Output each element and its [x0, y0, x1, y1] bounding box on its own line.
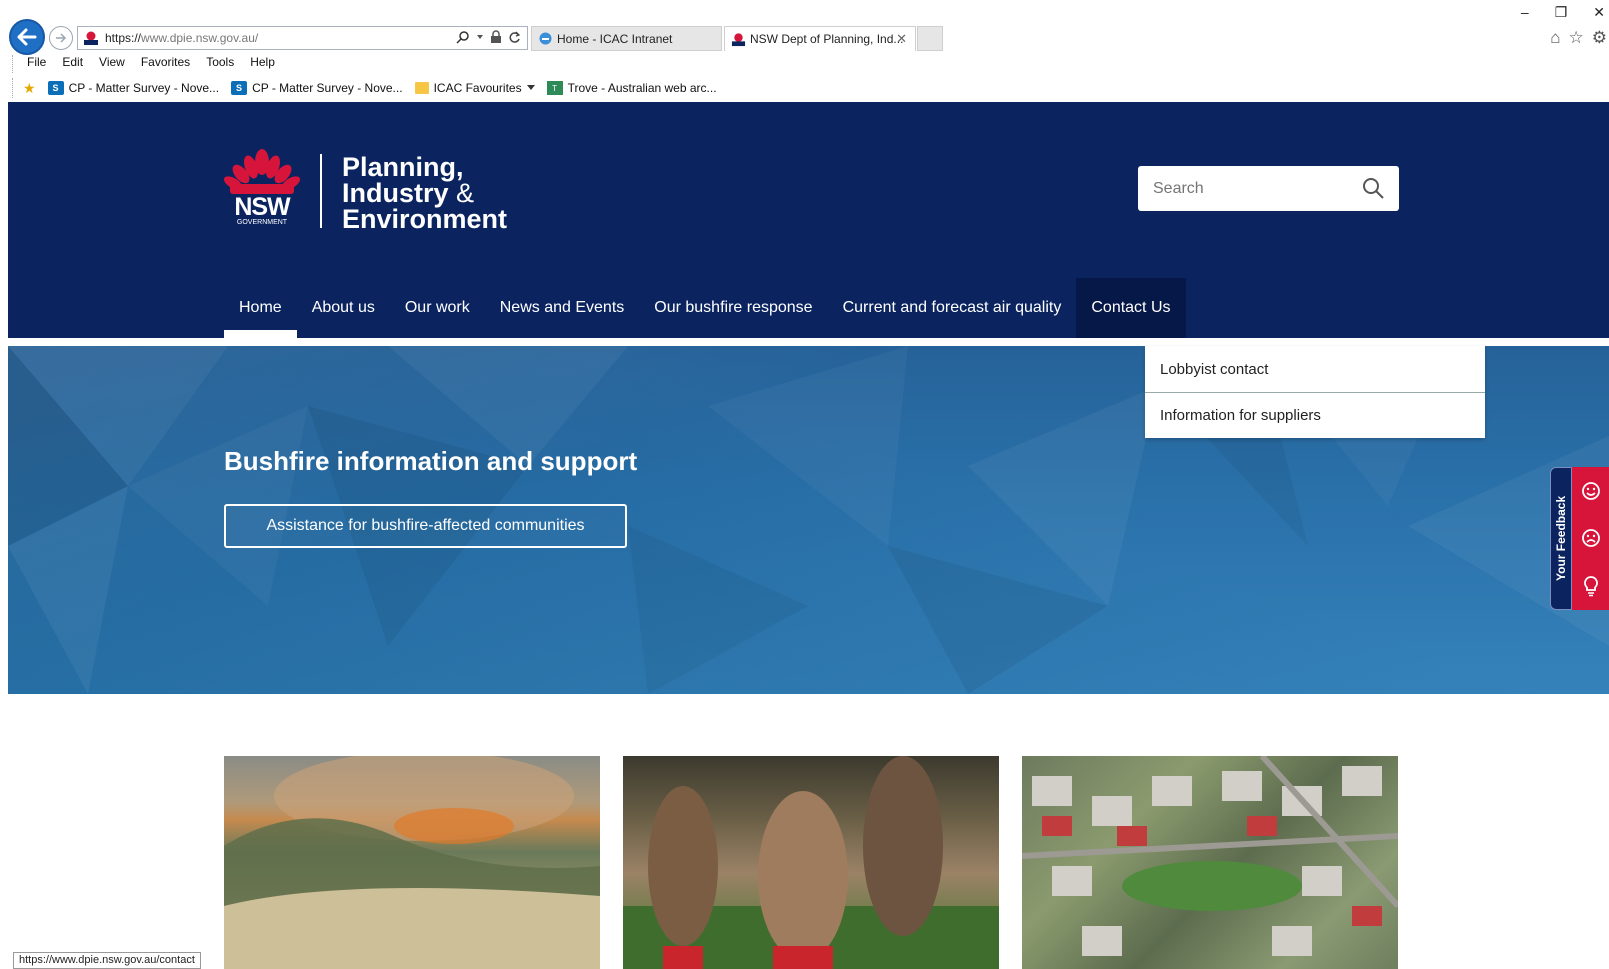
close-window-icon[interactable]: ✕	[1593, 4, 1605, 21]
dept-line-3: Environment	[342, 204, 508, 234]
card-image-aboriginal-dancers[interactable]	[623, 756, 999, 969]
search-input[interactable]	[1153, 179, 1353, 198]
sad-face-icon[interactable]	[1581, 528, 1601, 548]
refresh-icon[interactable]	[508, 31, 521, 44]
logo-nsw-text: NSW	[234, 193, 290, 221]
chevron-down-icon[interactable]	[476, 33, 484, 41]
feedback-label[interactable]: Your Feedback	[1550, 467, 1572, 610]
search-icon[interactable]	[456, 30, 470, 44]
nav-home[interactable]: Home	[224, 278, 297, 338]
tab-icac-intranet[interactable]: Home - ICAC Intranet	[531, 26, 722, 51]
favorite-item[interactable]: S CP - Matter Survey - Nove...	[47, 81, 220, 95]
bushfire-landscape-image	[224, 756, 600, 969]
minimize-icon[interactable]: –	[1521, 4, 1529, 21]
bushfire-assistance-button[interactable]: Assistance for bushfire-affected communi…	[224, 504, 627, 548]
card-image-housing-estate[interactable]	[1022, 756, 1398, 969]
url-path: /	[254, 31, 259, 45]
menu-favorites[interactable]: Favorites	[141, 55, 190, 73]
nsw-favicon-icon	[84, 31, 98, 45]
housing-estate-aerial-image	[1022, 756, 1398, 956]
nsw-waratah-logo: NSW GOVERNMENT	[224, 148, 300, 228]
sharepoint-icon: S	[231, 81, 248, 95]
new-tab-button[interactable]	[917, 26, 943, 51]
menu-edit[interactable]: Edit	[62, 55, 83, 73]
folder-icon	[414, 82, 429, 94]
url-scheme: https://	[105, 31, 142, 45]
logo-government-text: GOVERNMENT	[236, 219, 288, 226]
waratah-icon	[224, 149, 300, 194]
department-name: Planning, Industry & Environment	[342, 148, 508, 234]
tab-nsw-dept[interactable]: NSW Dept of Planning, Ind... ✕	[724, 26, 916, 51]
menu-help[interactable]: Help	[250, 55, 275, 73]
window-controls: – ❐ ✕	[1521, 4, 1609, 21]
main-nav: Home About us Our work News and Events O…	[224, 278, 1186, 338]
nav-news-events[interactable]: News and Events	[485, 278, 640, 338]
browser-chrome: https://www.dpie.nsw.gov.au / Home - ICAC…	[0, 0, 1609, 102]
favorite-item[interactable]: S CP - Matter Survey - Nove...	[231, 81, 403, 95]
dropdown-information-suppliers[interactable]: Information for suppliers	[1145, 392, 1485, 438]
star-icon[interactable]: ☆	[1569, 28, 1584, 48]
nav-air-quality[interactable]: Current and forecast air quality	[828, 278, 1077, 338]
aboriginal-dancers-image	[623, 756, 999, 969]
lock-icon[interactable]	[490, 30, 502, 44]
home-icon[interactable]: ⌂	[1550, 28, 1560, 48]
favorite-label: CP - Matter Survey - Nove...	[68, 81, 220, 95]
contact-dropdown: Lobbyist contact Information for supplie…	[1145, 346, 1485, 438]
site-logo[interactable]: NSW GOVERNMENT Planning, Industry & Envi…	[224, 148, 508, 234]
favorites-star-icon[interactable]: ★	[23, 80, 36, 97]
nsw-favicon-icon	[731, 32, 746, 46]
feedback-widget[interactable]: Your Feedback	[1550, 467, 1609, 610]
nav-bushfire-response[interactable]: Our bushfire response	[639, 278, 827, 338]
ie-icon	[539, 32, 552, 45]
favorite-label: CP - Matter Survey - Nove...	[252, 81, 403, 95]
close-icon[interactable]: ✕	[896, 31, 907, 47]
nav-contact-us[interactable]: Contact Us	[1076, 278, 1186, 338]
favorite-label: Trove - Australian web arc...	[567, 81, 717, 95]
dept-line-1: Planning,	[342, 152, 464, 182]
site-header: NSW GOVERNMENT Planning, Industry & Envi…	[8, 102, 1609, 338]
menu-bar: File Edit View Favorites Tools Help	[12, 55, 275, 73]
lightbulb-icon[interactable]	[1582, 575, 1600, 597]
arrow-left-icon	[17, 28, 37, 46]
url-host: www.dpie.nsw.gov.au	[141, 31, 255, 45]
arrow-right-icon	[56, 33, 67, 43]
favorite-label: ICAC Favourites	[433, 81, 522, 95]
sharepoint-icon: S	[47, 81, 64, 95]
chevron-down-icon	[526, 85, 535, 90]
logo-divider	[320, 154, 322, 228]
tab-label: NSW Dept of Planning, Ind...	[750, 32, 904, 46]
dropdown-lobbyist-contact[interactable]: Lobbyist contact	[1145, 346, 1485, 392]
search-icon[interactable]	[1361, 176, 1385, 200]
back-button[interactable]	[9, 19, 45, 55]
site-search	[1138, 166, 1399, 211]
card-image-bushfire[interactable]	[224, 756, 600, 969]
trove-icon: T	[546, 81, 563, 95]
menu-file[interactable]: File	[27, 55, 46, 73]
feedback-icons	[1572, 467, 1609, 610]
status-bar-url: https://www.dpie.nsw.gov.au/contact	[13, 952, 201, 969]
favorites-bar: ★ S CP - Matter Survey - Nove... S CP - …	[12, 78, 717, 98]
restore-icon[interactable]: ❐	[1555, 4, 1568, 21]
forward-button[interactable]	[49, 26, 73, 50]
address-bar[interactable]: https://www.dpie.nsw.gov.au /	[77, 26, 528, 50]
smiley-icon[interactable]	[1581, 481, 1601, 501]
hero-title: Bushfire information and support	[224, 446, 638, 476]
browser-toolbar-icons: ⌂ ☆ ⚙	[1550, 28, 1609, 48]
favorite-item[interactable]: T Trove - Australian web arc...	[546, 81, 717, 95]
nav-our-work[interactable]: Our work	[390, 278, 485, 338]
tab-label: Home - ICAC Intranet	[557, 31, 673, 46]
menu-view[interactable]: View	[99, 55, 125, 73]
nav-about-us[interactable]: About us	[297, 278, 390, 338]
favorite-folder[interactable]: ICAC Favourites	[414, 81, 535, 95]
gear-icon[interactable]: ⚙	[1592, 28, 1607, 48]
menu-tools[interactable]: Tools	[206, 55, 234, 73]
